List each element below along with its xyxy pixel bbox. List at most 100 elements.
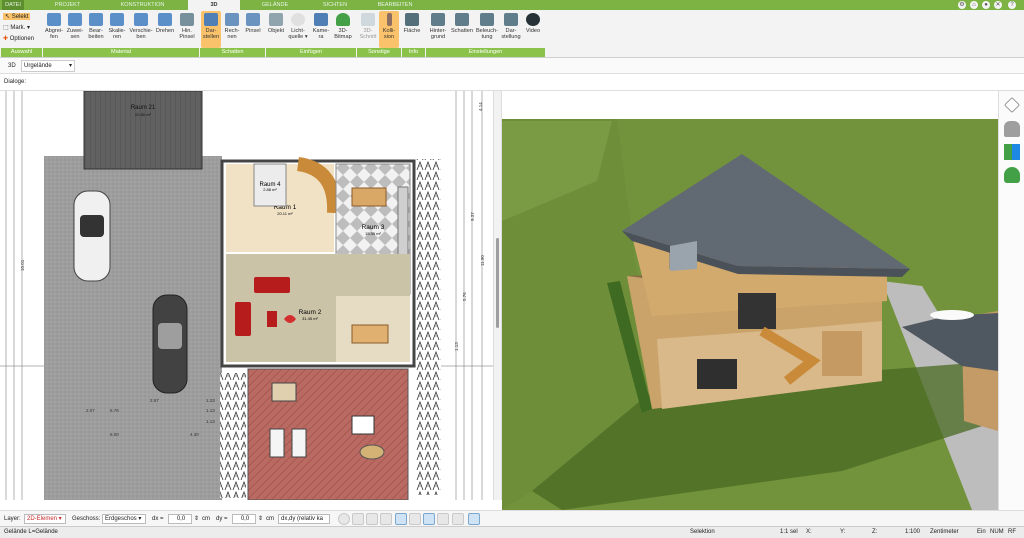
optionen-button[interactable]: ✚ Optionen [3,35,34,42]
group-sonstige: Sonstige [356,48,401,57]
room-area-1: 20.11 m² [277,211,293,216]
mark-button[interactable]: ⬚ Mark. ▾ [3,24,30,31]
area-icon [405,13,419,26]
video-button[interactable]: Video [523,11,543,48]
line-icon[interactable] [395,513,407,525]
dy-stepper[interactable]: ⇕ [258,514,263,524]
magnet-icon[interactable] [468,513,480,525]
selekt-label: Selekt [11,14,29,20]
kollision-button[interactable]: Kolli-sion [379,11,399,48]
geschoss-label: Geschoss: [72,516,101,522]
splitter-handle[interactable] [496,238,499,328]
floor-plan-view[interactable]: Raum 21 22.80 m² Raum 1 20.11 m² Raum 4 … [0,91,493,500]
status-scale: 1:100 [905,529,921,535]
verschieben-button[interactable]: Verschie-ben [128,11,154,48]
terrain-select[interactable]: Urgelände ▾ [21,60,75,72]
view-splitter[interactable] [493,91,502,500]
abgreifen-button[interactable]: Abgrei-fen [44,11,64,48]
schatten-button[interactable]: Schatten [450,11,474,48]
selekt-button[interactable]: ↖ Selekt [3,13,31,20]
rechnen-button[interactable]: Rech-nen [222,11,242,48]
status-y: Y: [840,529,846,535]
window-upper [738,293,776,329]
layer-select[interactable]: 2D-Elemen ▾ [24,514,66,524]
tab-konstruktion[interactable]: KONSTRUKTION [100,0,185,10]
3d-bitmap-button[interactable]: 3D- Bitmap [332,11,354,48]
coord-mode-select[interactable]: dx,dy (relativ ka [278,514,330,524]
geschoss-value: Erdgeschos [105,516,137,522]
tab-datei[interactable]: DATEI [2,0,24,10]
play-icon [526,13,540,26]
svg-text:5.76: 5.76 [110,408,119,413]
user-icon[interactable]: ● [982,1,990,9]
3d-view[interactable] [502,91,998,510]
table-icon[interactable] [452,513,464,525]
snap-icon[interactable] [352,513,364,525]
chevron-down-icon: ▾ [68,63,72,69]
tab-sichten[interactable]: SICHTEN [310,0,360,10]
flaeche-button[interactable]: Fläche [402,11,422,48]
diamond-icon[interactable] [423,513,435,525]
darstellen-button[interactable]: Dar-stellen [201,11,221,48]
side-toolbar [998,91,1024,510]
dx-input[interactable]: 0,0 [168,514,192,524]
mark-label: Mark. [10,25,26,31]
close-icon[interactable]: ✕ [994,1,1002,9]
status-layer: Gelände L=Gelände [4,529,58,535]
object-icon[interactable] [380,513,392,525]
3d-scene[interactable] [502,91,998,510]
status-ein: Ein [977,529,986,535]
zuweisen-button[interactable]: Zuwei-sen [65,11,85,48]
help-icon[interactable]: ? [1008,1,1016,9]
settings-icon[interactable]: ⚙ [958,1,966,9]
tab-projekt[interactable]: PROJEKT [40,0,95,10]
svg-text:1.23: 1.23 [206,398,215,403]
scale-icon [110,13,124,26]
shadow-cube-icon [204,13,218,26]
floor-plan-drawing[interactable]: Raum 21 22.80 m² Raum 1 20.11 m² Raum 4 … [0,91,493,500]
drehen-button[interactable]: Drehen [155,11,175,48]
bearbeiten-button[interactable]: Bear-beiten [86,11,106,48]
home-icon[interactable]: ⌂ [970,1,978,9]
chair-icon[interactable] [1004,121,1020,137]
tab-gelaende[interactable]: GELÄNDE [245,0,305,10]
status-rf: RF [1008,529,1016,535]
3d-schnitt-button[interactable]: 3D- Schnitt [358,11,378,48]
group-schatten: Schatten [199,48,265,57]
dy-label: dy = [216,516,228,522]
camera-icon[interactable] [366,513,378,525]
brush-icon [68,13,82,26]
dx-unit: cm [202,516,210,522]
clock-icon[interactable] [338,513,350,525]
kamera-button[interactable]: Kame-ra [311,11,331,48]
dy-unit: cm [266,516,274,522]
layers-icon[interactable] [1004,97,1020,113]
dx-label: dx = [152,516,164,522]
room-area-21: 22.80 m² [135,112,151,117]
hintergrund-button[interactable]: Hinter-grund [427,11,449,48]
coord-mode-value: dx,dy (relativ ka [281,516,324,522]
pinsel-button[interactable]: Pinsel [243,11,263,48]
tab-bearbeiten[interactable]: BEARBEITEN [365,0,425,10]
beleuchtung-button[interactable]: Beleuch-tung [475,11,499,48]
geschoss-select[interactable]: Erdgeschos ▾ [102,514,146,524]
lichtquelle-button[interactable]: Licht-quelle ▾ [287,11,309,48]
tab-3d[interactable]: 3D [188,0,240,10]
grid-icon[interactable] [437,513,449,525]
calc-icon [225,13,239,26]
pin-icon[interactable] [486,513,498,525]
mark-icon: ⬚ [3,25,9,31]
skalieren-button[interactable]: Skalie-ren [107,11,127,48]
materials-icon[interactable] [1004,144,1020,160]
darstellung-button[interactable]: Dar-stellung [500,11,522,48]
hin-pinsel-button[interactable]: Hin. Pinsel [176,11,198,48]
collision-icon [386,13,392,26]
house-light-icon [480,13,494,26]
dy-input[interactable]: 0,0 [232,514,256,524]
dx-stepper[interactable]: ⇕ [194,514,199,524]
curve-icon[interactable] [409,513,421,525]
svg-text:5.76: 5.76 [462,292,467,301]
objekt-button[interactable]: Objekt [266,11,286,48]
tree-icon[interactable] [1004,167,1020,183]
camera-icon [314,13,328,26]
